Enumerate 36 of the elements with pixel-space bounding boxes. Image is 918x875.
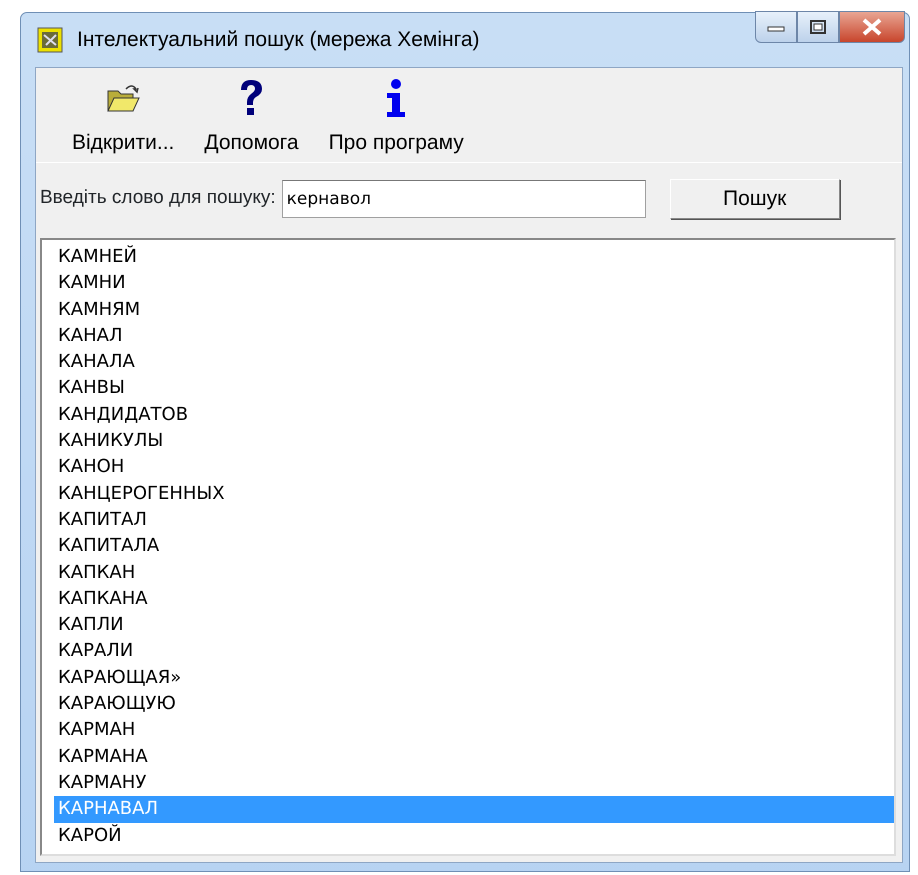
- folder-icon: [106, 83, 140, 114]
- maximize-icon: [809, 19, 827, 35]
- toolbar-button[interactable]: Про програму: [328, 76, 464, 158]
- search-field[interactable]: кернавол: [282, 180, 646, 218]
- list-item[interactable]: КАПКАН: [54, 560, 894, 586]
- list-item[interactable]: КАНВЫ: [54, 375, 894, 402]
- list-item[interactable]: КАНДИДАТОВ: [54, 402, 894, 428]
- window-title: Інтелектуальний пошук (мережа Хемінга): [77, 27, 480, 54]
- list-item[interactable]: КАМНИ: [54, 270, 894, 297]
- list-item[interactable]: КАМНЯМ: [54, 296, 894, 323]
- list-item[interactable]: КАПИТАЛА: [54, 533, 894, 560]
- list-item[interactable]: КАНАЛ: [54, 322, 894, 350]
- search-label: Введіть слово для пошуку:: [40, 186, 276, 210]
- close-icon: [861, 18, 883, 36]
- toolbar-button[interactable]: Відкрити...: [72, 76, 174, 158]
- app-icon: [37, 27, 63, 53]
- list-item[interactable]: КАРАЛИ: [54, 638, 894, 665]
- list-item[interactable]: КАРАЮЩАЯ»: [54, 664, 894, 692]
- maximize-button[interactable]: [797, 11, 839, 43]
- list-item[interactable]: КАРМАНА: [54, 744, 894, 770]
- list-item[interactable]: КАПЛИ: [54, 612, 894, 638]
- list-item[interactable]: КАНЦЕРОГЕННЫХ: [54, 480, 894, 507]
- list-item[interactable]: КАНИКУЛЫ: [54, 428, 894, 454]
- close-button[interactable]: [839, 11, 905, 43]
- list-item[interactable]: КАРОЙ: [54, 822, 894, 849]
- list-item[interactable]: КАРМАН: [54, 717, 894, 744]
- list-item[interactable]: КАПИТАЛ: [54, 506, 894, 534]
- list-item[interactable]: КАНОН: [54, 454, 894, 481]
- list-item[interactable]: КАРАЮЩУЮ: [54, 691, 894, 718]
- search-button[interactable]: Пошук: [670, 178, 840, 218]
- list-item[interactable]: КАНАЛА: [54, 349, 894, 376]
- minimize-button[interactable]: [755, 11, 797, 43]
- list-item[interactable]: КАРМАНУ: [54, 770, 894, 796]
- list-item[interactable]: КАМНЕЙ: [54, 244, 894, 270]
- list-item[interactable]: КАПКАНА: [54, 586, 894, 612]
- toolbar-button[interactable]: Допомога: [204, 76, 299, 158]
